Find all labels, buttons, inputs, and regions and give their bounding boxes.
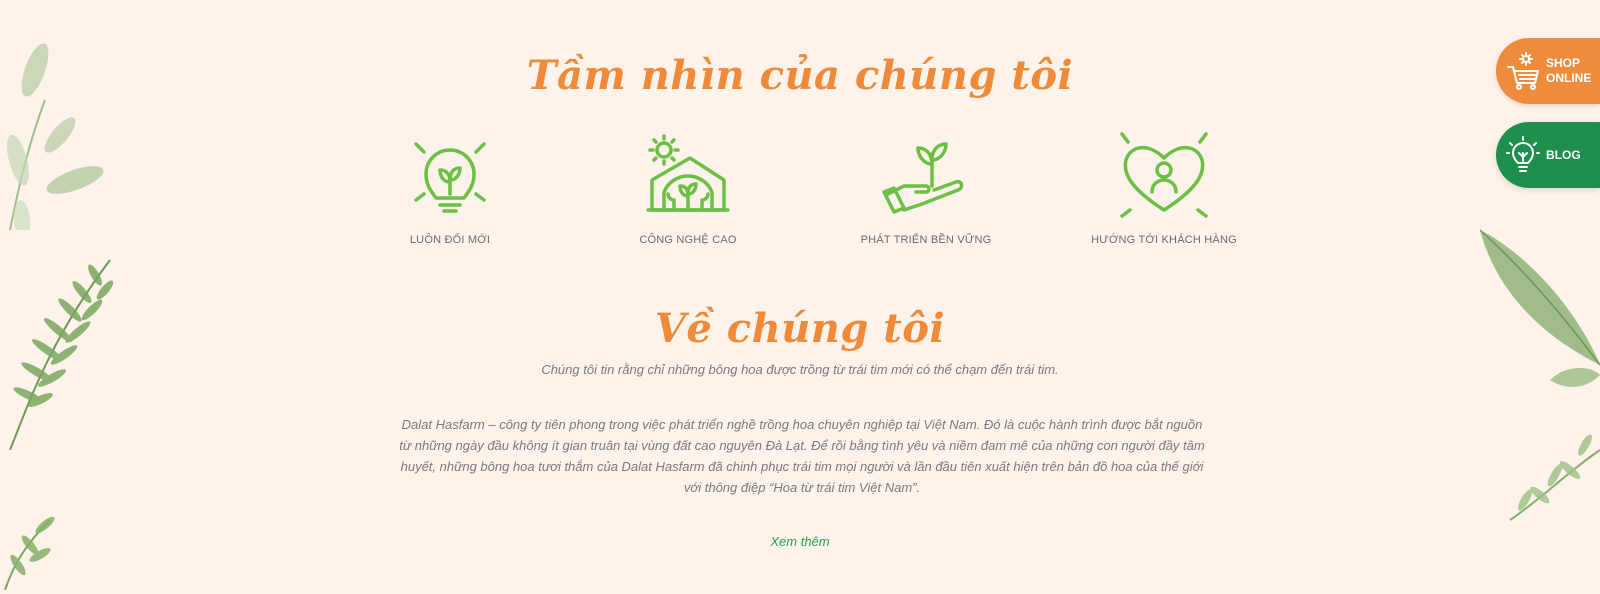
about-title: Về chúng tôi	[654, 305, 946, 352]
hand-sprout-icon	[882, 142, 964, 214]
feature-label: CÔNG NGHỆ CAO	[639, 234, 737, 246]
feature-label: LUÔN ĐỔI MỚI	[409, 234, 491, 246]
feature-label: PHÁT TRIỂN BỀN VỮNG	[860, 234, 992, 246]
flower-cart-icon	[1507, 52, 1539, 90]
shop-label-line2: ONLINE	[1546, 71, 1592, 85]
lightbulb-plant-icon	[414, 142, 486, 213]
leaf-decoration-icon	[1509, 434, 1600, 521]
shop-label-line1: SHOP	[1546, 56, 1581, 70]
shop-online-button[interactable]: SHOP ONLINE	[1496, 38, 1600, 104]
blog-button[interactable]: BLOG	[1496, 122, 1600, 188]
lightbulb-icon	[1506, 136, 1540, 172]
feature-innovation: LUÔN ĐỔI MỚI	[370, 130, 530, 246]
greenhouse-icon	[646, 134, 730, 212]
shop-online-label: SHOP ONLINE	[1546, 56, 1591, 86]
feature-label: HƯỚNG TỚI KHÁCH HÀNG	[1091, 234, 1237, 246]
read-more-link[interactable]: Xem thêm	[0, 534, 1600, 549]
feature-customer: HƯỚNG TỚI KHÁCH HÀNG	[1084, 130, 1244, 246]
about-body: Dalat Hasfarm – công ty tiên phong trong…	[399, 417, 1205, 495]
vision-title: Tầm nhìn của chúng tôi	[526, 52, 1074, 99]
blog-label: BLOG	[1546, 147, 1581, 162]
page: Tầm nhìn của chúng tôi LUÔN ĐỔI MỚI CÔNG…	[0, 0, 1600, 594]
vision-features: LUÔN ĐỔI MỚI CÔNG NGHỆ CAO PHÁT TRIỂN BỀ…	[370, 130, 1250, 250]
about-tagline: Chúng tôi tin rằng chỉ những bông hoa đư…	[541, 362, 1059, 377]
heart-person-icon	[1120, 132, 1208, 218]
feature-sustainable: PHÁT TRIỂN BỀN VỮNG	[846, 130, 1006, 246]
feature-high-tech: CÔNG NGHỆ CAO	[608, 130, 768, 246]
